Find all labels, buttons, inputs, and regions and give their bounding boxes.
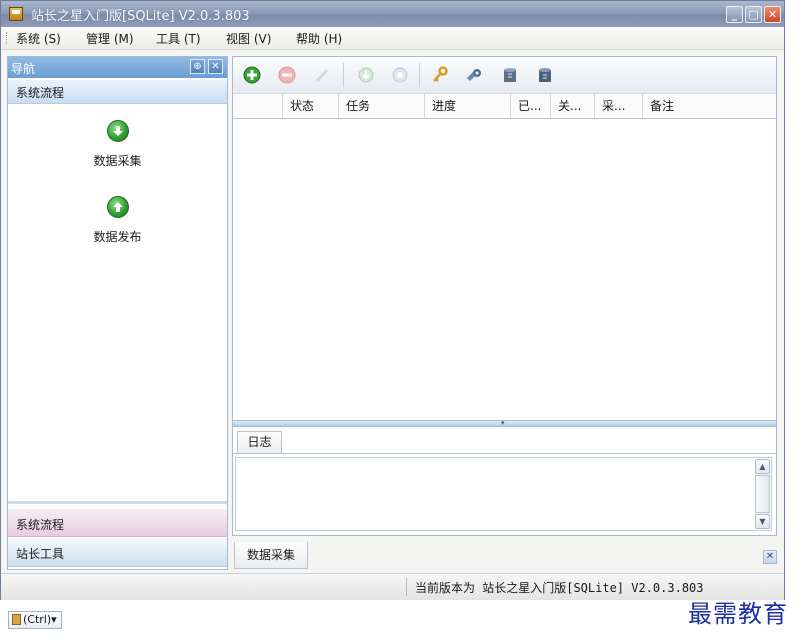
task-label: 数据采集 — [93, 154, 142, 168]
task-panel: 状态 任务 进度 已... 关... 采... 备注 ▾ 日志 ▲ ▼ — [232, 56, 777, 536]
navigation-panel: 导航 ⊕ ✕ 系统流程 数据采集 数据发布 系统流程 站长工具 — [7, 56, 228, 570]
nav-splitter[interactable] — [8, 501, 227, 504]
menu-bar: 系统 (S) 管理 (M) 工具 (T) 视图 (V) 帮助 (H) — [1, 27, 784, 50]
window-title: 站长之星入门版[SQLite] V2.0.3.803 — [31, 9, 250, 24]
edit-icon[interactable] — [313, 66, 331, 84]
toolbar-separator — [343, 63, 344, 87]
toolbar — [233, 57, 776, 94]
minimize-button[interactable]: _ — [726, 6, 743, 23]
task-data-collection[interactable]: 数据采集 — [8, 120, 227, 169]
navigation-title: 导航 — [11, 62, 36, 76]
tab-data-collection[interactable]: 数据采集 — [234, 542, 308, 569]
toolbar-separator — [419, 63, 420, 87]
menu-manage[interactable]: 管理 (M) — [86, 30, 134, 47]
column-progress[interactable]: 进度 — [425, 94, 511, 118]
menu-tools[interactable]: 工具 (T) — [156, 30, 201, 47]
arrow-up-circle-icon — [106, 196, 129, 218]
arrow-down-circle-icon — [106, 120, 129, 142]
menu-system[interactable]: 系统 (S) — [16, 30, 61, 47]
log-textarea[interactable]: ▲ ▼ — [235, 457, 772, 531]
nav-section-label: 系统流程 — [16, 518, 65, 532]
column-status[interactable]: 状态 — [283, 94, 339, 118]
tab-log[interactable]: 日志 — [237, 431, 282, 453]
column-keyword[interactable]: 关... — [551, 94, 595, 118]
menu-grip-icon — [6, 32, 10, 44]
menu-help[interactable]: 帮助 (H) — [296, 30, 342, 47]
log-scrollbar[interactable]: ▲ ▼ — [755, 459, 770, 529]
scroll-down-icon[interactable]: ▼ — [755, 514, 770, 529]
add-icon[interactable] — [243, 66, 261, 84]
status-separator — [406, 578, 407, 596]
menu-view[interactable]: 视图 (V) — [226, 30, 271, 47]
column-remarks[interactable]: 备注 — [643, 94, 776, 118]
nav-section-label: 站长工具 — [16, 547, 65, 561]
column-collect[interactable]: 采... — [595, 94, 643, 118]
document-tab-strip: 数据采集 ✕ — [232, 542, 781, 570]
scroll-thumb[interactable] — [755, 475, 770, 513]
maximize-button[interactable]: □ — [745, 6, 762, 23]
app-window: 站长之星入门版[SQLite] V2.0.3.803 _ □ ✕ 系统 (S) … — [0, 0, 785, 600]
tab-divider — [233, 453, 776, 454]
close-panel-icon[interactable]: ✕ — [208, 59, 223, 74]
column-select[interactable] — [233, 94, 283, 118]
task-grid-header: 状态 任务 进度 已... 关... 采... 备注 — [233, 94, 776, 119]
status-bar: 当前版本为 站长之星入门版[SQLite] V2.0.3.803 — [1, 573, 784, 600]
task-data-publish[interactable]: 数据发布 — [8, 196, 227, 245]
tools-icon[interactable] — [465, 66, 483, 84]
watermark-text: 最需教育 — [688, 600, 788, 628]
import-db-icon[interactable] — [501, 66, 519, 84]
start-icon[interactable] — [357, 66, 375, 84]
scroll-up-icon[interactable]: ▲ — [755, 459, 770, 474]
close-tab-icon[interactable]: ✕ — [763, 550, 777, 564]
splitter-grip-icon: ▾ — [501, 419, 505, 427]
remove-icon[interactable] — [278, 66, 296, 84]
task-label: 数据发布 — [93, 230, 142, 244]
paste-options-label: (Ctrl)▾ — [23, 613, 57, 626]
title-bar[interactable]: 站长之星入门版[SQLite] V2.0.3.803 _ □ ✕ — [1, 1, 784, 27]
clipboard-icon — [12, 614, 21, 625]
column-task[interactable]: 任务 — [339, 94, 425, 118]
stop-icon[interactable] — [391, 66, 409, 84]
log-splitter[interactable]: ▾ — [233, 420, 776, 427]
nav-active-section-header[interactable]: 系统流程 — [8, 80, 227, 104]
key-icon[interactable] — [431, 66, 449, 84]
status-version-text: 当前版本为 站长之星入门版[SQLite] V2.0.3.803 — [415, 581, 704, 595]
nav-section-webmaster-tools[interactable]: 站长工具 — [8, 539, 227, 567]
nav-section-system-flow[interactable]: 系统流程 — [8, 509, 227, 537]
navigation-header: 导航 ⊕ ✕ — [8, 57, 227, 78]
close-window-button[interactable]: ✕ — [764, 6, 781, 23]
nav-active-section-label: 系统流程 — [16, 86, 65, 100]
column-collected[interactable]: 已... — [511, 94, 551, 118]
paste-options-button[interactable]: (Ctrl)▾ — [8, 611, 62, 629]
export-db-icon[interactable] — [536, 66, 554, 84]
pin-icon[interactable]: ⊕ — [190, 59, 205, 74]
app-logo-icon — [9, 7, 23, 21]
